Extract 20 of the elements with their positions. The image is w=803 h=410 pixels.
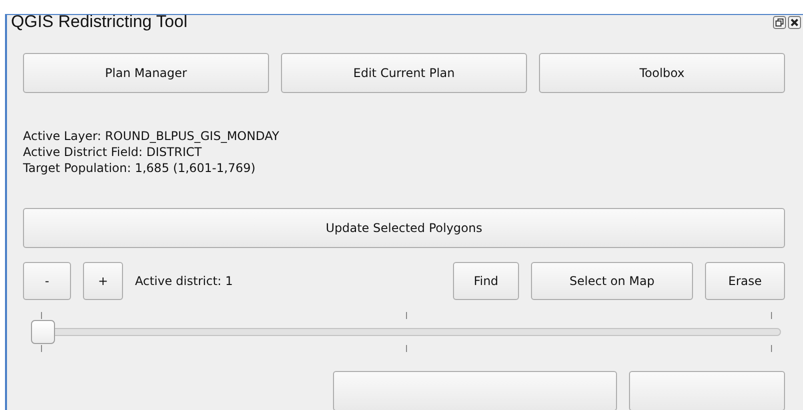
push-button[interactable] <box>629 371 785 410</box>
window-title: QGIS Redistricting Tool <box>11 15 188 31</box>
push-button[interactable] <box>333 371 618 410</box>
toolbar-button[interactable]: Plan Manager <box>23 53 269 93</box>
decrease-button[interactable]: - <box>23 262 71 300</box>
info-text: Target Population: 1,685 (1,601-1,769) <box>23 161 256 175</box>
select-on-map-button[interactable]: Select on Map <box>531 262 693 300</box>
erase-button[interactable]: Erase <box>705 262 785 300</box>
increase-button[interactable]: + <box>83 262 123 300</box>
find-button[interactable]: Find <box>453 262 519 300</box>
active-district-label: Active district: 1 <box>135 274 234 288</box>
info-text: Active District Field: DISTRICT <box>23 145 203 159</box>
slider-thumb[interactable] <box>31 320 55 344</box>
district-slider[interactable] <box>31 312 781 352</box>
info-text: Active Layer: ROUND_BLPUS_GIS_MONDAY <box>23 129 280 143</box>
close-icon[interactable] <box>788 16 801 29</box>
toolbar-button[interactable]: Edit Current Plan <box>281 53 527 93</box>
restore-icon[interactable] <box>773 16 786 29</box>
toolbar-button[interactable]: Toolbox <box>539 53 785 93</box>
update-button[interactable]: Update Selected Polygons <box>23 208 785 248</box>
